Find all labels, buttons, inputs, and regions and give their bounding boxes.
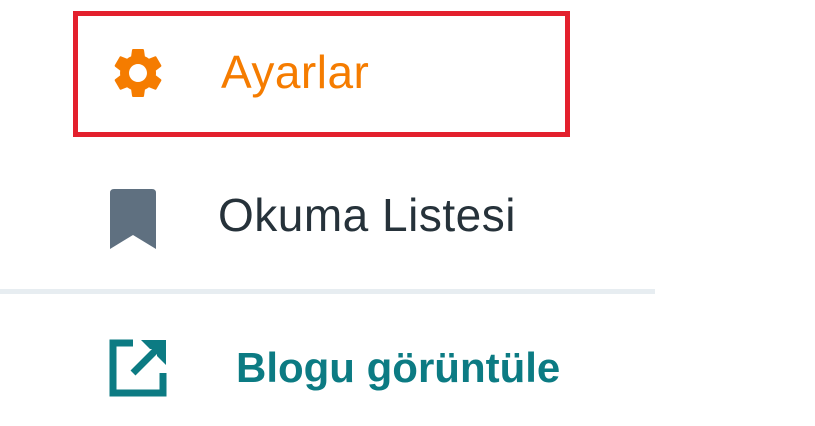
view-blog-link[interactable]: Blogu görüntüle xyxy=(0,320,655,420)
settings-menu-item[interactable]: Ayarlar xyxy=(73,11,570,137)
menu-panel: Ayarlar Okuma Listesi Blogu görüntüle xyxy=(0,0,815,426)
bookmark-icon xyxy=(110,189,156,249)
reading-list-menu-item[interactable]: Okuma Listesi xyxy=(0,168,655,268)
reading-list-label: Okuma Listesi xyxy=(218,189,516,241)
gear-icon xyxy=(108,43,168,103)
external-link-icon xyxy=(107,337,169,399)
view-blog-label: Blogu görüntüle xyxy=(236,344,561,391)
settings-label: Ayarlar xyxy=(221,46,370,98)
menu-divider xyxy=(0,289,655,294)
